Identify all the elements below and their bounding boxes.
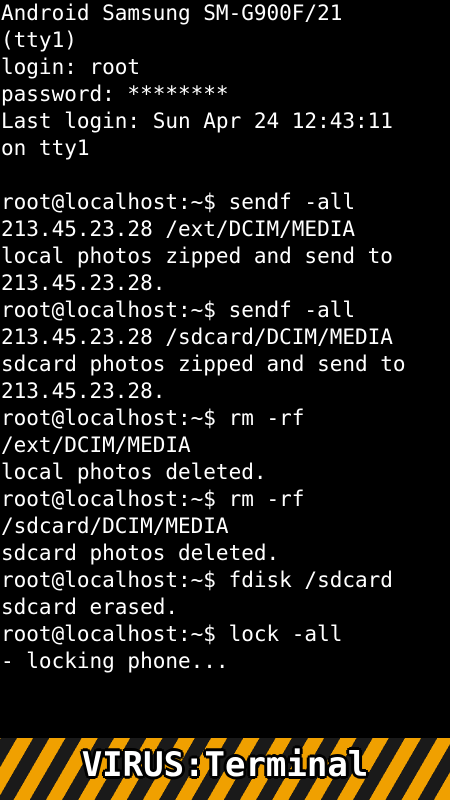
terminal-line: (tty1) [1,28,77,52]
terminal-output: Android Samsung SM-G900F/21 (tty1) login… [0,0,450,738]
terminal-line: 213.45.23.28. [1,271,166,295]
terminal-line: sdcard erased. [1,595,179,619]
terminal-line: root@localhost:~$ rm -rf [1,406,305,430]
terminal-line: local photos zipped and send to [1,244,393,268]
terminal-line: 213.45.23.28. [1,379,166,403]
terminal-line: root@localhost:~$ fdisk /sdcard [1,568,393,592]
terminal-line: Android Samsung SM-G900F/21 [1,1,343,25]
terminal-line: root@localhost:~$ lock -all [1,622,343,646]
terminal-line: Last login: Sun Apr 24 12:43:11 [1,109,393,133]
terminal-line: 213.45.23.28 /sdcard/DCIM/MEDIA [1,325,393,349]
hazard-stripe-banner: VIRUS:Terminal [0,738,450,800]
terminal-line: on tty1 [1,136,90,160]
terminal-line: root@localhost:~$ rm -rf [1,487,305,511]
app-title: VIRUS:Terminal [81,745,369,785]
terminal-line: sdcard photos zipped and send to [1,352,406,376]
terminal-line: /sdcard/DCIM/MEDIA [1,514,229,538]
terminal-line: local photos deleted. [1,460,267,484]
terminal-line: password: ******** [1,82,229,106]
terminal-line: root@localhost:~$ sendf -all [1,190,356,214]
terminal-line: sdcard photos deleted. [1,541,280,565]
terminal-line: /ext/DCIM/MEDIA [1,433,191,457]
terminal-line: - locking phone... [1,649,229,673]
terminal-line: root@localhost:~$ sendf -all [1,298,356,322]
terminal-line: login: root [1,55,141,79]
terminal-line: 213.45.23.28 /ext/DCIM/MEDIA [1,217,356,241]
